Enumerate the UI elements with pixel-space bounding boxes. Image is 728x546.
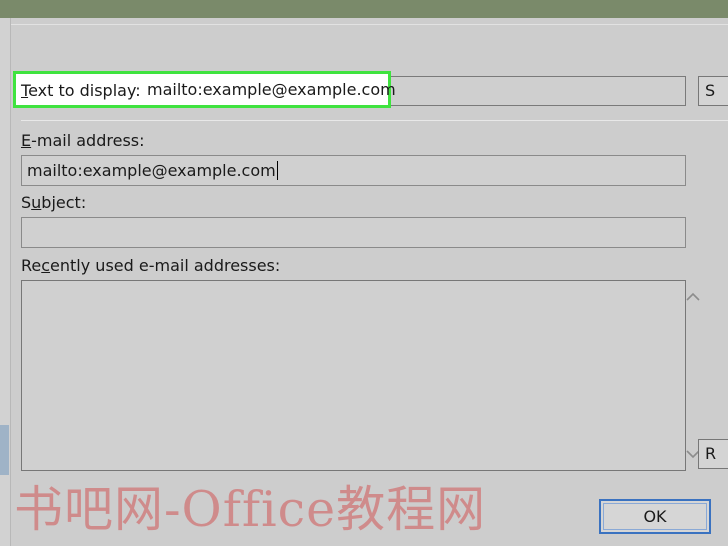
recent-hotkey: c bbox=[41, 256, 51, 275]
email-address-label-rest: -mail address: bbox=[31, 131, 145, 150]
recent-label-prefix: Re bbox=[21, 256, 42, 275]
text-to-display-label: Text to display: bbox=[21, 81, 141, 100]
recent-label-rest: ently used e-mail addresses: bbox=[50, 256, 281, 275]
text-to-display-input[interactable]: mailto:example@example.com bbox=[142, 76, 396, 104]
subject-label-rest: bject: bbox=[41, 193, 87, 212]
email-address-hotkey: E bbox=[21, 131, 32, 150]
recent-addresses-list[interactable] bbox=[21, 280, 700, 471]
chevron-up-icon[interactable] bbox=[682, 287, 704, 309]
email-address-value: mailto:example@example.com bbox=[27, 161, 276, 180]
divider bbox=[21, 120, 728, 121]
recent-addresses-label: Recently used e-mail addresses: bbox=[21, 256, 280, 275]
email-address-label: E-mail address: bbox=[21, 131, 145, 150]
ok-button[interactable]: OK bbox=[599, 499, 711, 534]
window-titlebar bbox=[0, 0, 728, 18]
link-to-selected-item[interactable] bbox=[0, 425, 9, 475]
subject-label-prefix: S bbox=[21, 193, 32, 212]
email-address-field[interactable]: mailto:example@example.com bbox=[21, 155, 686, 186]
subject-label: Subject: bbox=[21, 193, 86, 212]
screentip-button[interactable]: S bbox=[698, 76, 728, 106]
subject-hotkey: u bbox=[31, 193, 42, 212]
ok-focus-ring bbox=[603, 503, 707, 530]
subject-field[interactable] bbox=[21, 217, 686, 248]
text-caret bbox=[276, 161, 278, 180]
text-to-display-label-rest: ext to display: bbox=[28, 81, 141, 100]
text-to-display-hotkey: T bbox=[21, 81, 29, 100]
watermark: 书吧网-Office教程网 bbox=[14, 481, 487, 538]
remove-link-button[interactable]: R bbox=[698, 439, 728, 469]
divider bbox=[0, 24, 728, 25]
